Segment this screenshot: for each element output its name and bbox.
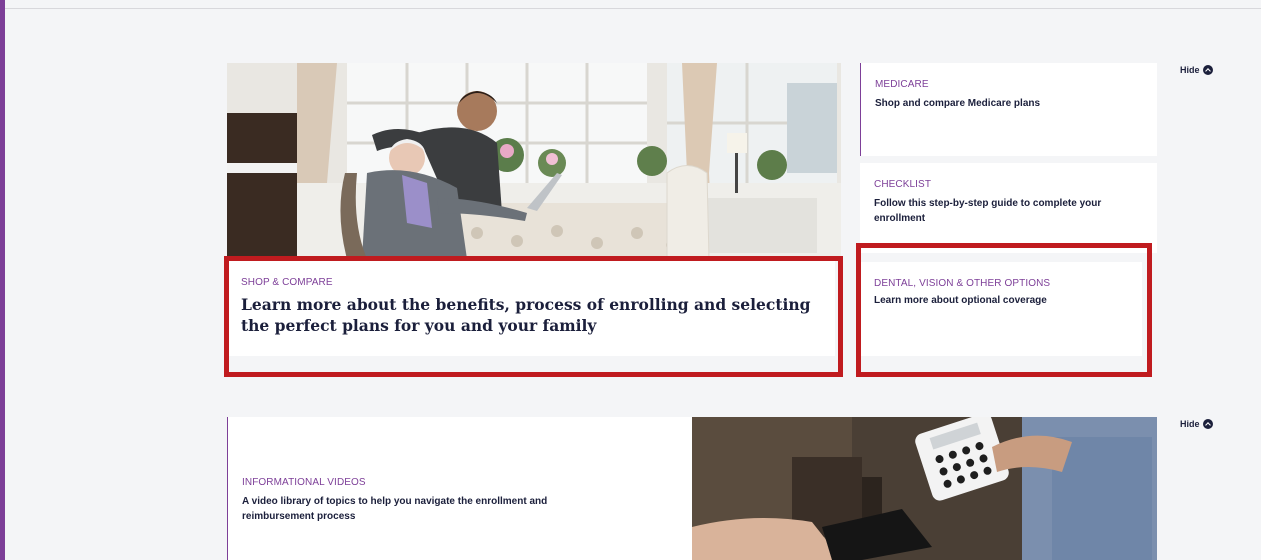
shop-compare-eyebrow: SHOP & COMPARE — [241, 277, 333, 288]
hide-label: Hide — [1180, 65, 1200, 75]
chevron-up-circle-icon — [1202, 65, 1213, 75]
medicare-card[interactable]: MEDICARE Shop and compare Medicare plans — [860, 63, 1157, 156]
hide-button-section-1[interactable]: Hide — [1180, 65, 1213, 75]
shop-compare-heading[interactable]: Learn more about the benefits, process o… — [241, 294, 821, 336]
videos-title[interactable]: A video library of topics to help you na… — [242, 494, 622, 524]
medicare-title[interactable]: Shop and compare Medicare plans — [875, 96, 1143, 111]
chevron-up-circle-icon — [1202, 419, 1213, 429]
dental-vision-card[interactable]: DENTAL, VISION & OTHER OPTIONS Learn mor… — [860, 262, 1142, 356]
medicare-eyebrow: MEDICARE — [875, 79, 929, 90]
checklist-card[interactable]: CHECKLIST Follow this step-by-step guide… — [860, 163, 1157, 253]
checklist-title[interactable]: Follow this step-by-step guide to comple… — [874, 196, 1143, 226]
top-divider — [5, 8, 1261, 9]
videos-eyebrow: INFORMATIONAL VIDEOS — [242, 477, 366, 488]
shop-compare-card[interactable]: SHOP & COMPARE Learn more about the bene… — [227, 259, 835, 356]
hero-image — [227, 63, 841, 259]
left-accent-bar — [0, 0, 5, 560]
informational-videos-card[interactable]: INFORMATIONAL VIDEOS A video library of … — [227, 417, 693, 560]
hide-label: Hide — [1180, 419, 1200, 429]
checklist-eyebrow: CHECKLIST — [874, 179, 932, 190]
payment-terminal-image — [692, 417, 1157, 560]
hide-button-section-2[interactable]: Hide — [1180, 419, 1213, 429]
dental-vision-eyebrow: DENTAL, VISION & OTHER OPTIONS — [874, 278, 1051, 289]
dental-vision-title[interactable]: Learn more about optional coverage — [874, 293, 1128, 308]
